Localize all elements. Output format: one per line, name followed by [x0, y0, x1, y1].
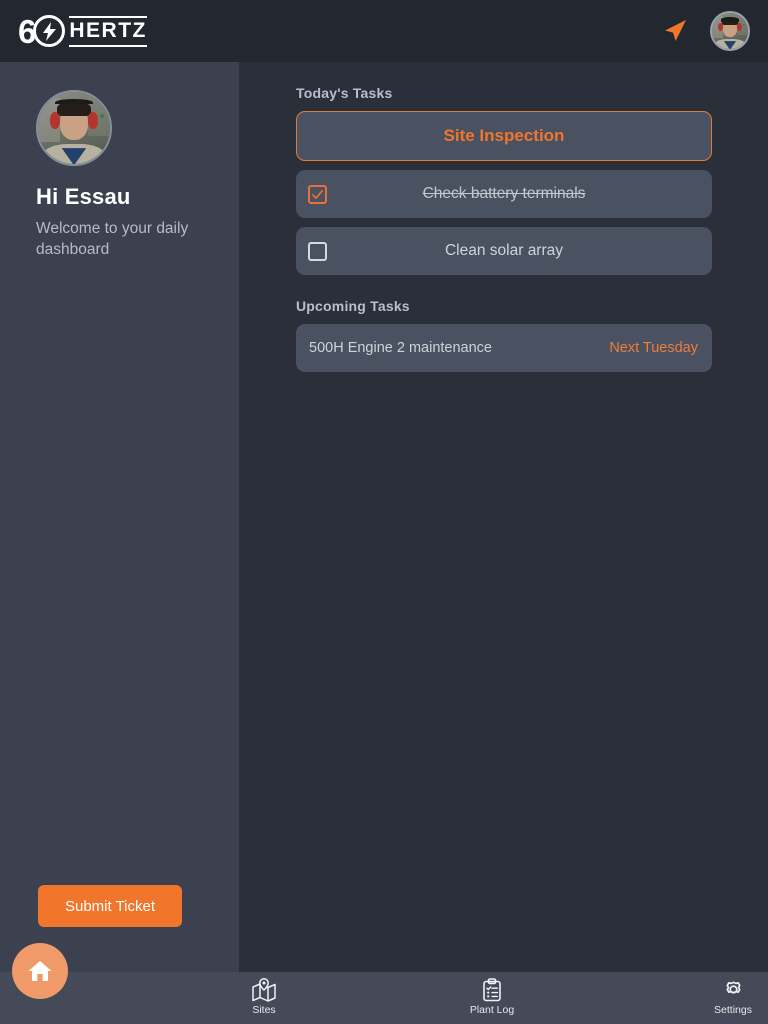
profile-avatar[interactable]: [36, 90, 112, 166]
home-fab-button[interactable]: [12, 943, 68, 999]
upcoming-task-name: 500H Engine 2 maintenance: [309, 340, 492, 356]
sidebar: Hi Essau Welcome to your daily dashboard…: [0, 62, 239, 972]
app-header: 6 HERTZ: [0, 0, 768, 62]
lightning-bolt-icon: [33, 15, 66, 47]
bottom-navigation-bar: Sites Plant Log Settings: [0, 972, 768, 1024]
clipboard-checklist-icon: [483, 978, 501, 1002]
task-label: Clean solar array: [444, 242, 564, 259]
app-root: 6 HERTZ Hi Essau Welcome to your daily d…: [0, 0, 768, 1024]
avatar-image: [712, 13, 748, 49]
upcoming-task-row[interactable]: 500H Engine 2 maintenance Next Tuesday: [296, 324, 712, 372]
header-actions: [662, 11, 750, 51]
task-checkbox-unchecked[interactable]: [308, 241, 327, 261]
upcoming-tasks-title: Upcoming Tasks: [296, 298, 410, 314]
main-content: Today's Tasks Site Inspection Check batt…: [239, 62, 768, 972]
gear-icon: [725, 981, 741, 994]
logo-hertz-wordmark: HERTZ: [69, 15, 147, 47]
task-label: Check battery terminals: [422, 185, 586, 202]
nav-label-settings: Settings: [714, 1004, 752, 1016]
todays-tasks-list: Site Inspection Check battery terminals …: [239, 111, 768, 275]
site-inspection-card[interactable]: Site Inspection: [296, 111, 712, 161]
nav-item-plant-log[interactable]: Plant Log: [468, 978, 516, 1016]
home-icon: [28, 961, 52, 981]
task-row[interactable]: Clean solar array: [296, 227, 712, 275]
logo-hertz-text: HERTZ: [69, 19, 147, 43]
nav-label-plant-log: Plant Log: [469, 1004, 515, 1016]
app-logo[interactable]: 6 HERTZ: [18, 15, 147, 48]
logo-bottom-rule: [69, 44, 147, 47]
profile-block: Hi Essau Welcome to your daily dashboard: [0, 62, 239, 260]
nav-item-settings[interactable]: Settings: [709, 978, 757, 1016]
todays-tasks-title: Today's Tasks: [296, 85, 393, 101]
submit-ticket-button[interactable]: Submit Ticket: [38, 885, 182, 927]
task-checkbox-checked[interactable]: [308, 184, 327, 204]
welcome-text: Welcome to your daily dashboard: [36, 220, 189, 258]
nav-label-sites: Sites: [252, 1004, 276, 1016]
avatar-image: [38, 92, 110, 164]
send-arrow-icon[interactable]: [662, 18, 688, 44]
upcoming-tasks-list: 500H Engine 2 maintenance Next Tuesday: [239, 324, 768, 372]
task-row[interactable]: Check battery terminals: [296, 170, 712, 218]
nav-item-sites[interactable]: Sites: [240, 978, 288, 1016]
greeting-text: Hi Essau: [36, 184, 131, 209]
upcoming-task-due: Next Tuesday: [609, 340, 698, 356]
map-pin-icon: [252, 978, 276, 1002]
header-user-avatar[interactable]: [710, 11, 750, 51]
